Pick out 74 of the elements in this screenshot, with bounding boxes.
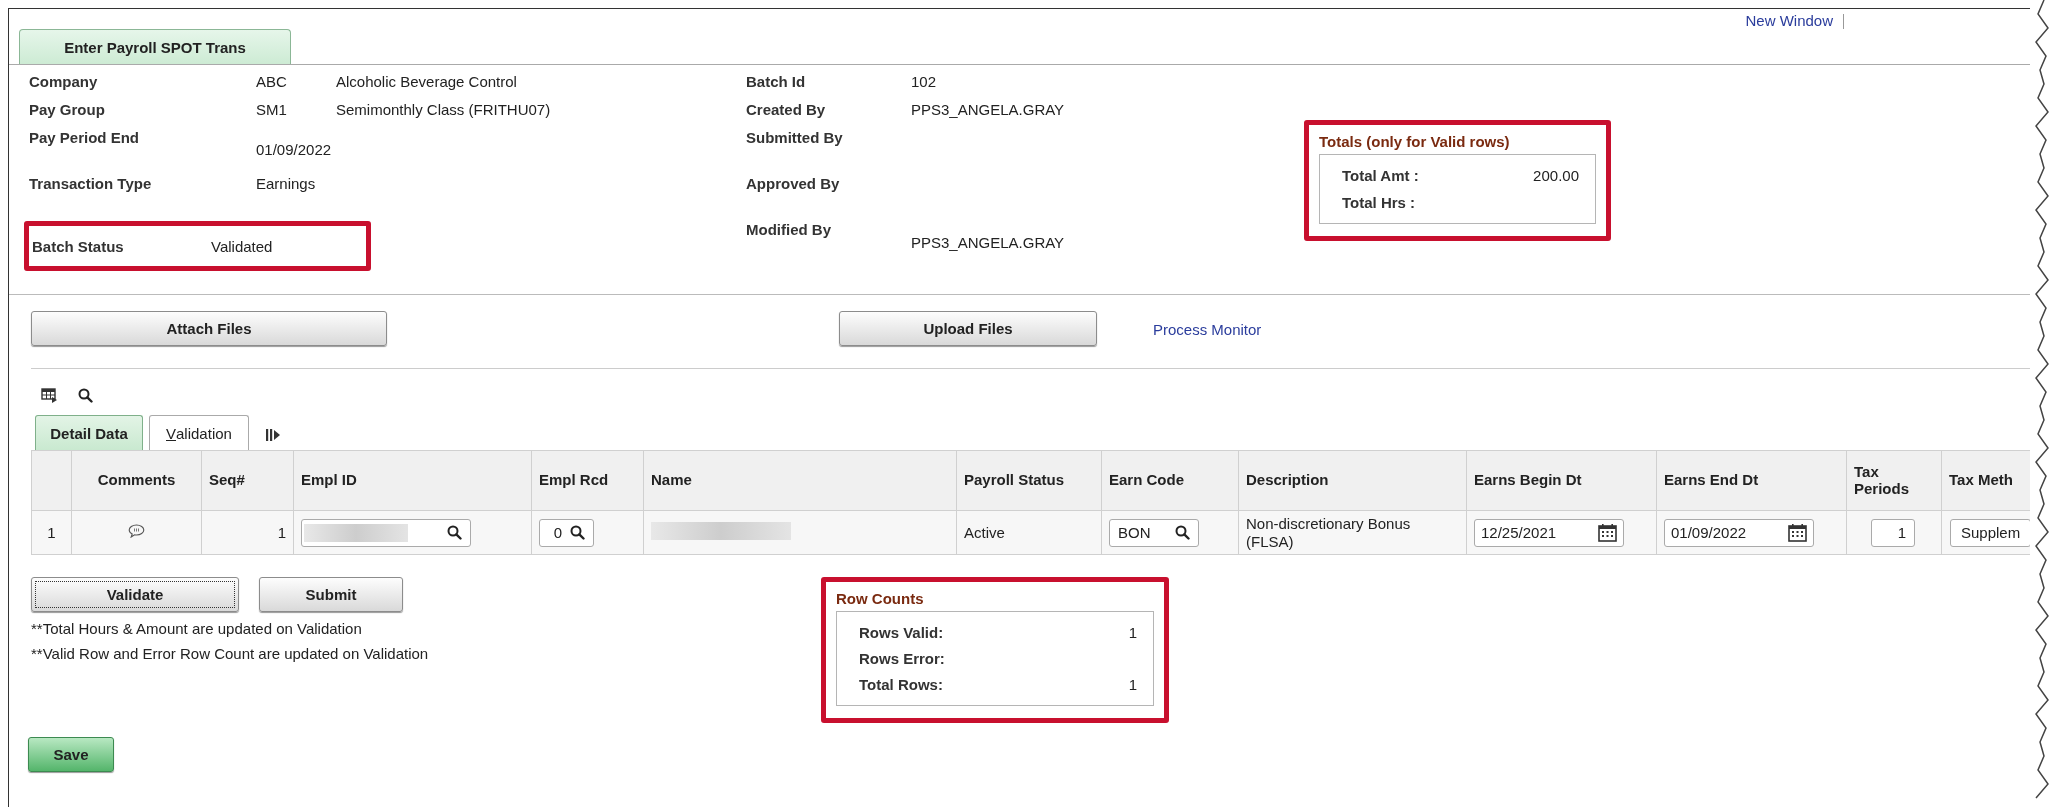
field-value: Earnings [256, 175, 316, 192]
field-label: Submitted By [746, 129, 844, 146]
box-title: Totals (only for Valid rows) [1319, 133, 1511, 150]
note-text: **Total Hours & Amount are updated on Validation [31, 620, 363, 637]
tab[interactable]: Detail Data [35, 415, 143, 450]
lookup-field[interactable]: BON [1109, 518, 1199, 547]
row-number: 1 [31, 510, 72, 555]
summary-label: Total Amt : [1342, 167, 1420, 184]
column-header: Tax Periods [1846, 450, 1942, 511]
page-tab[interactable]: Enter Payroll SPOT Trans [19, 29, 291, 64]
column-header: Earn Code [1101, 450, 1239, 511]
field-value: PPS3_ANGELA.GRAY [911, 101, 1065, 118]
summary-value: 200.00 [1532, 167, 1579, 184]
search-icon[interactable] [1175, 525, 1190, 540]
box-title: Row Counts [836, 590, 925, 607]
date-field[interactable]: 01/09/2022 [1664, 518, 1814, 547]
summary-value: 1 [1127, 624, 1137, 641]
summary-label: Rows Error: [859, 650, 946, 667]
field-label: Approved By [746, 175, 841, 192]
column-header: Earns End Dt [1656, 450, 1847, 511]
field-value: Validated [211, 237, 273, 255]
calendar-icon[interactable] [1788, 523, 1807, 542]
comment-icon[interactable] [128, 524, 145, 538]
summary-value: 1 [1127, 676, 1137, 693]
field-value: SM1 [256, 101, 288, 118]
tab[interactable]: Validation [149, 415, 249, 450]
table-cell-text: Non-discretionary Bonus (FLSA) [1246, 515, 1412, 550]
save-button[interactable]: Save [28, 737, 114, 772]
field-label: Transaction Type [29, 175, 153, 192]
column-header: Empl Rcd [531, 450, 644, 511]
field-label: Batch Id [746, 73, 807, 90]
date-field[interactable]: 12/25/2021 [1474, 518, 1624, 547]
action-button[interactable]: Validate [31, 577, 239, 612]
action-button[interactable]: Submit [259, 577, 403, 612]
table-cell-text: Active [964, 523, 1006, 542]
field-value: 102 [911, 73, 937, 90]
field-value: 01/09/2022 [256, 140, 332, 158]
table-cell: 1 [201, 510, 294, 555]
field-value: Alcoholic Beverage Control [336, 73, 517, 90]
columns-expand-icon[interactable] [264, 428, 281, 442]
lookup-field[interactable] [301, 518, 471, 547]
column-header: Earns Begin Dt [1466, 450, 1657, 511]
new-window-link[interactable]: New Window [1745, 12, 1833, 29]
column-header: Seq# [201, 450, 294, 511]
summary-label: Total Hrs : [1342, 194, 1417, 211]
note-text: **Valid Row and Error Row Count are updated on Validation [31, 645, 430, 662]
lookup-field[interactable]: 0 [539, 518, 594, 547]
column-header: Payroll Status [956, 450, 1102, 511]
calendar-icon[interactable] [1598, 523, 1617, 542]
field-label: Pay Group [29, 101, 106, 118]
column-header: Empl ID [293, 450, 532, 511]
column-header: Description [1238, 450, 1467, 511]
upload-files-button[interactable]: Upload Files [839, 311, 1097, 346]
summary-label: Total Rows: [859, 676, 944, 693]
search-icon[interactable] [447, 525, 462, 540]
input-field[interactable]: 1 [1871, 518, 1915, 547]
field-label: Created By [746, 101, 827, 118]
field-value: PPS3_ANGELA.GRAY [911, 233, 1065, 251]
field-value: ABC [256, 73, 288, 90]
field-value: Semimonthly Class (FRITHU07) [336, 101, 551, 118]
summary-label: Rows Valid: [859, 624, 945, 641]
attach-files-button[interactable]: Attach Files [31, 311, 387, 346]
field-label: Pay Period End [29, 129, 141, 146]
process-monitor-link[interactable]: Process Monitor [1153, 321, 1262, 338]
column-header: Tax Meth [1941, 450, 2030, 511]
column-header: Name [643, 450, 957, 511]
column-header: Comments [71, 450, 202, 511]
field-label: Modified By [746, 221, 832, 238]
dropdown[interactable]: Supplem [1950, 518, 2030, 547]
table-grid-icon[interactable] [41, 387, 58, 403]
search-icon[interactable] [78, 387, 93, 403]
field-label: Batch Status [32, 237, 125, 255]
search-icon[interactable] [570, 525, 585, 540]
field-label: Company [29, 73, 99, 90]
